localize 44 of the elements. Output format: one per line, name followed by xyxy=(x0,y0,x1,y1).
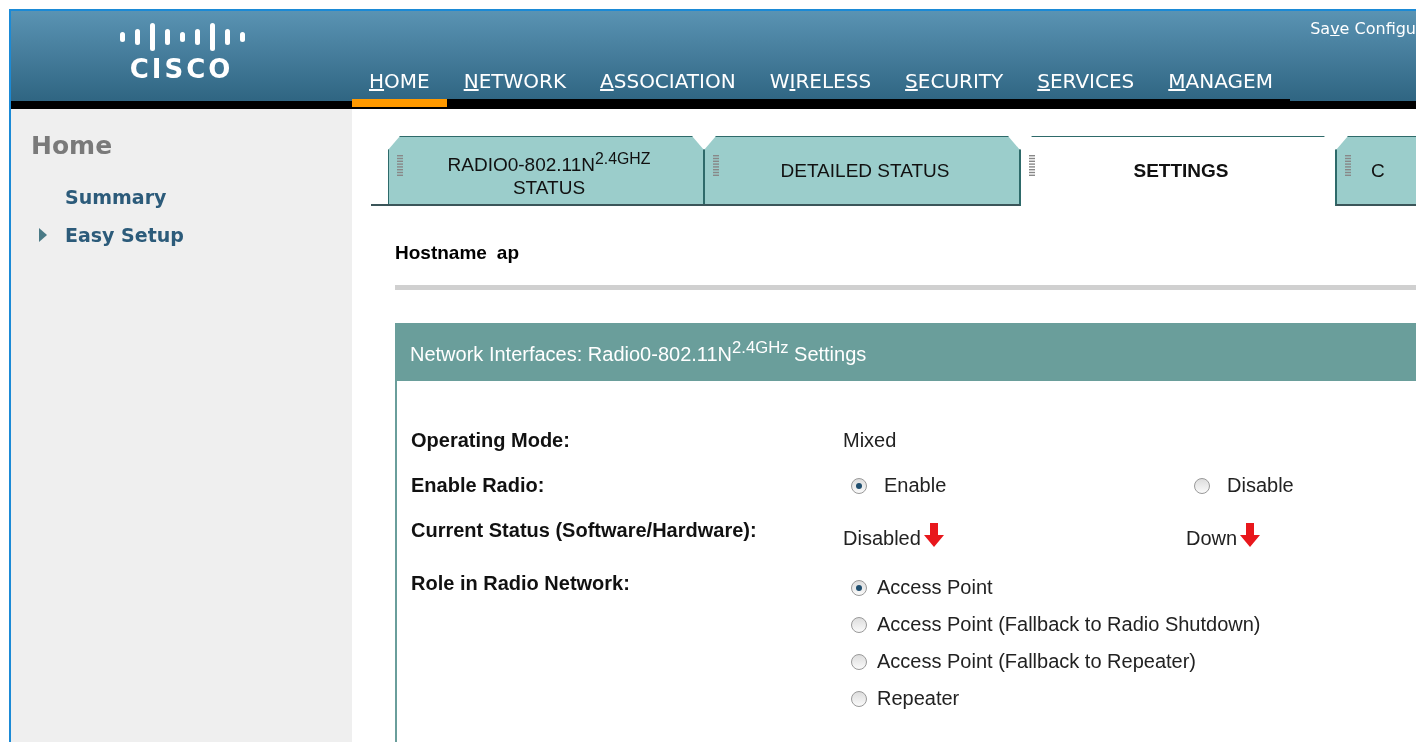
field-label: Enable Radio: xyxy=(411,474,546,497)
radio-label: Access Point (Fallback to Repeater) xyxy=(877,650,1197,673)
nav-tab[interactable]: HOME xyxy=(352,61,447,107)
field-label: Current Status (Software/Hardware): xyxy=(411,519,758,543)
panel-header: Network Interfaces: Radio0-802.11N$^{2.4GHz}$ Settings xyxy=(397,323,1416,381)
status-value: Disabled xyxy=(843,527,921,550)
grip-icon xyxy=(1029,155,1035,177)
tab[interactable]: C xyxy=(1336,136,1416,204)
field-value: Mixed xyxy=(843,429,897,452)
field-label: Operating Mode: xyxy=(411,429,571,452)
radio-button[interactable] xyxy=(1194,477,1210,494)
grip-icon xyxy=(1345,155,1351,177)
radio-button[interactable] xyxy=(851,579,867,596)
hostname-label: Hostname xyxy=(395,242,487,264)
tab[interactable]: RADIO0-802.11N$^{2.4GHZ}$ STATUS xyxy=(388,136,704,204)
nav-tab[interactable]: SERVICES xyxy=(1020,61,1152,107)
sidebar-link[interactable]: Summary xyxy=(65,186,167,208)
logo-bars-icon xyxy=(117,22,246,52)
tab[interactable]: SETTINGS xyxy=(1020,136,1336,206)
radio-button[interactable] xyxy=(851,477,867,494)
grip-icon xyxy=(397,155,403,177)
grip-icon xyxy=(713,155,719,177)
nav-tab[interactable]: MANAGEM xyxy=(1151,61,1290,107)
field-label: Role in Radio Network: xyxy=(411,572,631,596)
radio-label: Access Point xyxy=(877,576,993,599)
nav-tab[interactable]: NETWORK xyxy=(446,61,584,107)
radio-label: Enable xyxy=(884,474,947,497)
radio-label: Repeater xyxy=(877,687,960,710)
radio-button[interactable] xyxy=(851,616,867,633)
expand-arrow-icon[interactable] xyxy=(39,228,47,242)
hostname-value: ap xyxy=(496,242,520,264)
radio-label: Disable xyxy=(1227,474,1294,497)
sidebar-link[interactable]: Easy Setup xyxy=(65,224,184,246)
radio-button[interactable] xyxy=(851,653,867,670)
tab[interactable]: DETAILED STATUS xyxy=(704,136,1020,204)
radio-button[interactable] xyxy=(851,690,867,707)
logo-text: CISCO xyxy=(129,54,234,84)
nav-tab[interactable]: ASSOCIATION xyxy=(583,61,753,107)
radio-label: Access Point (Fallback to Radio Shutdown) xyxy=(877,613,1261,636)
sidebar-title: Home xyxy=(31,131,114,160)
nav-tab[interactable]: WIRELESS xyxy=(752,61,889,107)
nav-tab[interactable]: SECURITY xyxy=(888,61,1021,107)
save-configuration-link[interactable]: Save Configu xyxy=(1310,19,1416,38)
status-value: Down xyxy=(1186,527,1238,550)
